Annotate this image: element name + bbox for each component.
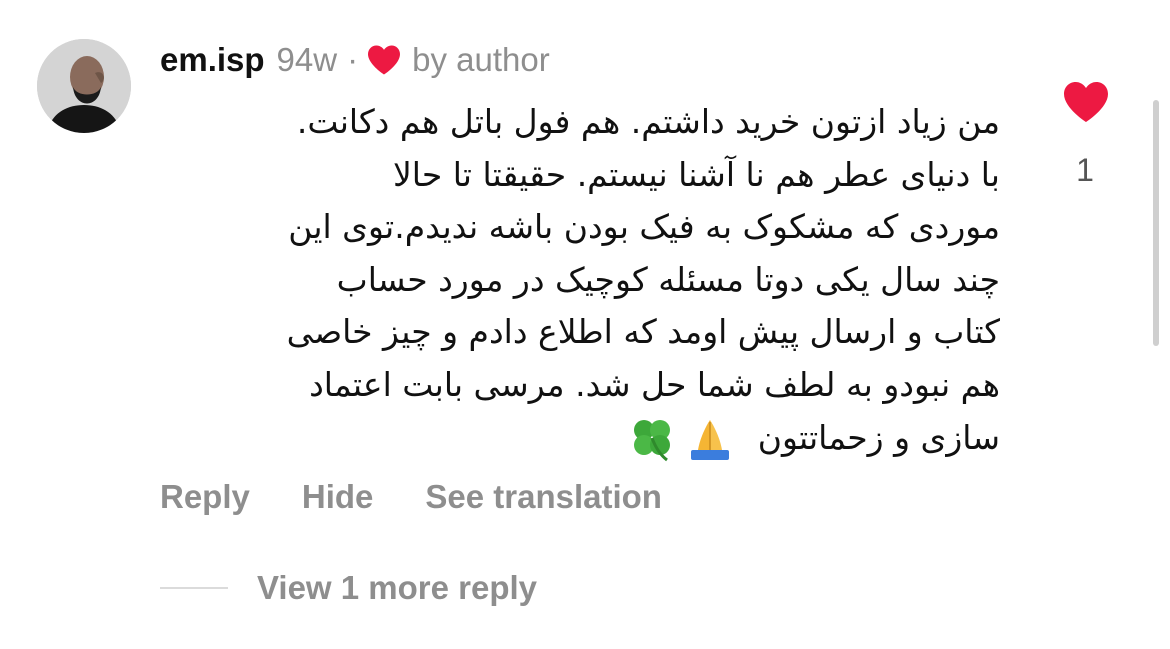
comment-last-line: سازی و زحماتتون xyxy=(150,412,1000,465)
username[interactable]: em.isp xyxy=(160,41,265,79)
comment-emojis xyxy=(627,414,733,464)
reply-button[interactable]: Reply xyxy=(160,478,250,516)
comment-thread: em.isp 94w · by author من زیاد ازتون خری… xyxy=(0,0,1170,649)
like-count[interactable]: 1 xyxy=(1062,152,1108,189)
avatar[interactable] xyxy=(37,39,131,133)
author-liked-heart-icon xyxy=(366,44,402,76)
meta-separator: · xyxy=(347,41,359,78)
comment-text: من زیاد ازتون خرید داشتم. هم فول باتل هم… xyxy=(150,96,1000,464)
scrollbar[interactable] xyxy=(1153,100,1159,346)
avatar-photo-icon xyxy=(37,39,131,133)
replies-divider xyxy=(160,587,228,589)
comment-meta: em.isp 94w · by author xyxy=(160,38,550,82)
comment-line: من زیاد ازتون خرید داشتم. هم فول باتل هم… xyxy=(296,102,1000,141)
comment-line: با دنیای عطر هم نا آشنا نیستم. حقیقتا تا… xyxy=(392,154,1000,194)
see-translation-button[interactable]: See translation xyxy=(425,478,662,516)
comment-timestamp: 94w xyxy=(276,41,338,78)
comment-line: هم نبودو به لطف شما حل شد. مرسی بابت اعت… xyxy=(309,364,1000,404)
hide-button[interactable]: Hide xyxy=(302,478,374,516)
comment-actions: Reply Hide See translation xyxy=(160,474,714,520)
like-heart-icon[interactable] xyxy=(1060,80,1112,124)
comment-line: موردی که مشکوک به فیک بودن باشه ندیدم.تو… xyxy=(288,207,1000,247)
liked-by-author-label: by author xyxy=(412,41,550,78)
comment-line: کتاب و ارسال پیش اومد که اطلاع دادم و چی… xyxy=(286,312,1000,352)
view-more-replies-label[interactable]: View 1 more reply xyxy=(257,569,537,607)
comment-line: سازی و زحماتتون xyxy=(757,417,1000,457)
view-more-replies[interactable]: View 1 more reply xyxy=(160,566,537,610)
comment-line: چند سال یکی دوتا مسئله کوچیک در مورد حسا… xyxy=(336,259,1000,299)
four-leaf-clover-icon xyxy=(634,420,671,462)
folded-hands-icon xyxy=(691,420,730,461)
